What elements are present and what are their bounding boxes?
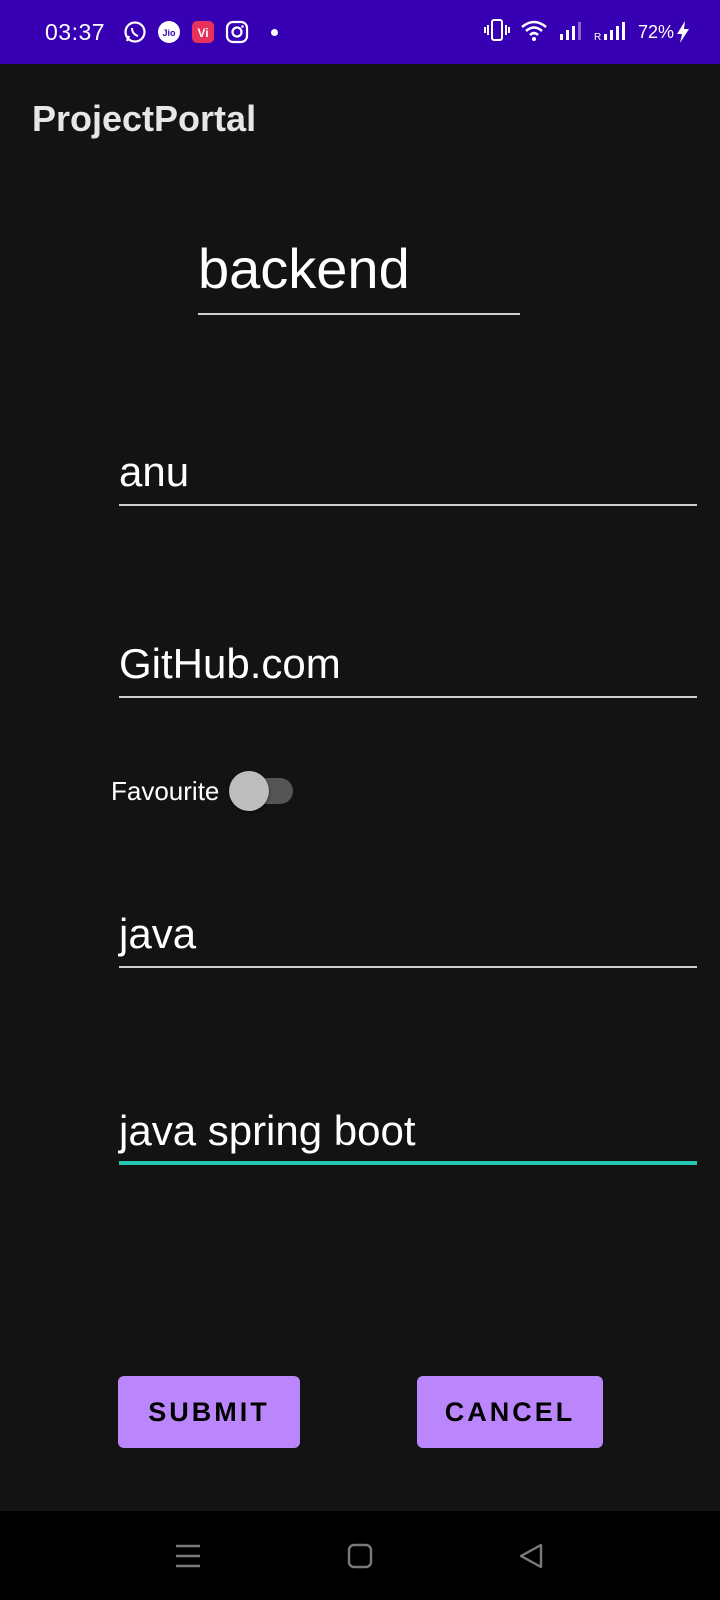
description-input[interactable]: java spring boot (119, 1075, 697, 1165)
more-notifications-dot (271, 28, 279, 36)
back-icon[interactable] (508, 1533, 554, 1579)
language-value: java (119, 910, 197, 957)
favourite-switch[interactable] (229, 770, 295, 812)
wifi-icon (520, 18, 548, 47)
status-time: 03:37 (45, 18, 106, 45)
description-underline-focused (119, 1161, 697, 1165)
owner-underline (119, 504, 697, 506)
vi-icon: Vi (191, 20, 215, 44)
navigation-bar (0, 1511, 720, 1600)
cancel-button[interactable]: CANCEL (417, 1376, 603, 1448)
submit-button[interactable]: SUBMIT (118, 1376, 300, 1448)
signal-roaming-icon: R (594, 18, 628, 47)
svg-text:R: R (594, 32, 601, 42)
signal-icon (558, 18, 584, 47)
battery-indicator: 72% (638, 21, 690, 43)
notification-icons: Jio Vi (123, 20, 279, 44)
vibrate-icon (483, 18, 510, 47)
status-bar: 03:37 Jio Vi R 72% (0, 0, 720, 64)
owner-value: anu (119, 448, 190, 495)
link-input[interactable]: GitHub.com (119, 612, 697, 698)
svg-text:Vi: Vi (198, 26, 209, 40)
project-name-input[interactable]: backend (198, 230, 520, 315)
project-name-value: backend (198, 237, 410, 300)
description-value: java spring boot (119, 1107, 416, 1154)
jio-icon: Jio (157, 20, 181, 44)
language-underline (119, 966, 697, 968)
owner-input[interactable]: anu (119, 420, 697, 506)
project-name-underline (198, 313, 520, 315)
battery-percent: 72% (637, 21, 674, 42)
switch-thumb (229, 771, 270, 811)
svg-text:Jio: Jio (163, 28, 177, 38)
app-title: ProjectPortal (32, 98, 257, 139)
link-underline (119, 696, 697, 698)
link-value: GitHub.com (119, 640, 341, 687)
instagram-icon (225, 20, 249, 44)
system-status-icons: R 72% (483, 18, 690, 47)
charging-icon (677, 21, 689, 43)
favourite-row: Favourite (111, 770, 295, 812)
language-input[interactable]: java (119, 880, 697, 968)
menu-icon[interactable] (165, 1533, 211, 1579)
whatsapp-icon (123, 20, 147, 44)
home-icon[interactable] (337, 1533, 383, 1579)
favourite-label: Favourite (111, 775, 220, 806)
